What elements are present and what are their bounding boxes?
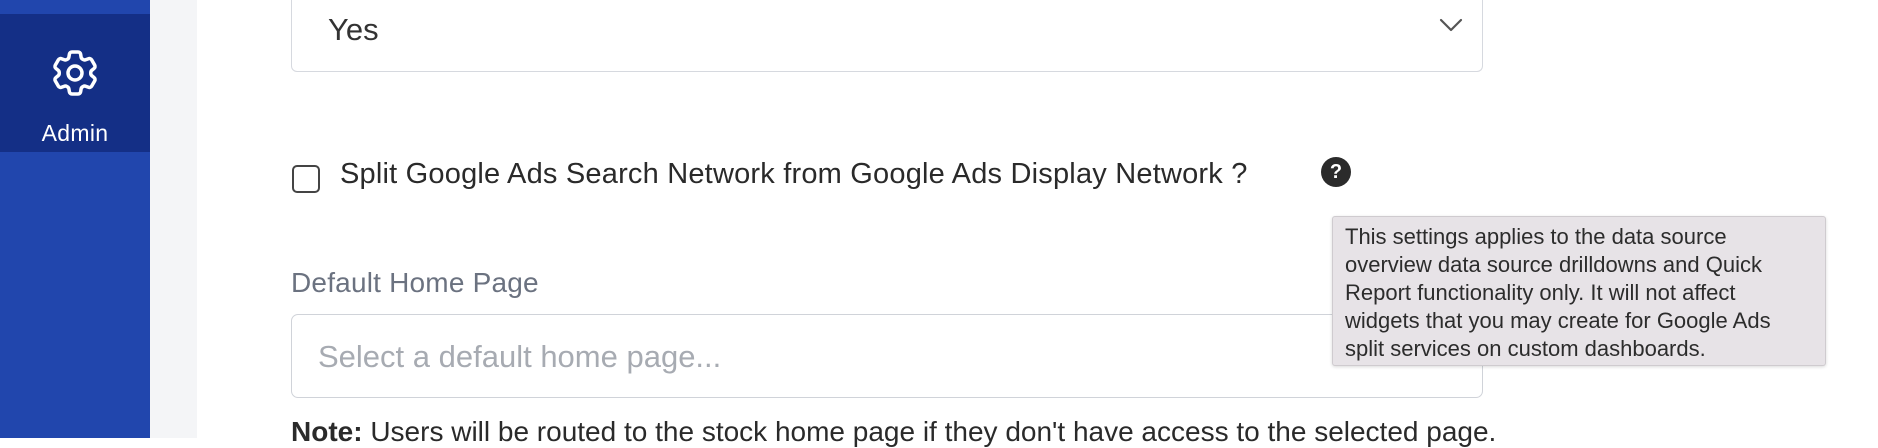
help-tooltip: This settings applies to the data source… — [1332, 216, 1826, 366]
select-value: Yes — [328, 12, 379, 47]
sidebar-item-admin[interactable]: Admin — [0, 14, 150, 152]
note-body: Users will be routed to the stock home p… — [362, 416, 1497, 447]
default-home-page-label: Default Home Page — [291, 267, 539, 298]
yes-no-select[interactable]: Yes — [291, 0, 1483, 72]
note-prefix: Note: — [291, 416, 363, 447]
gear-icon — [53, 50, 97, 96]
chevron-down-icon — [1439, 18, 1463, 32]
split-network-checkbox[interactable] — [292, 165, 320, 193]
help-icon[interactable]: ? — [1321, 157, 1351, 187]
sidebar-item-label: Admin — [41, 120, 109, 146]
split-network-label: Split Google Ads Search Network from Goo… — [340, 158, 1248, 190]
sidebar: Admin — [0, 0, 150, 438]
note-text: Note: Users will be routed to the stock … — [291, 416, 1496, 448]
default-home-page-select[interactable]: Select a default home page... — [291, 314, 1483, 398]
default-home-page-placeholder: Select a default home page... — [318, 339, 722, 374]
content-gutter — [150, 0, 197, 438]
